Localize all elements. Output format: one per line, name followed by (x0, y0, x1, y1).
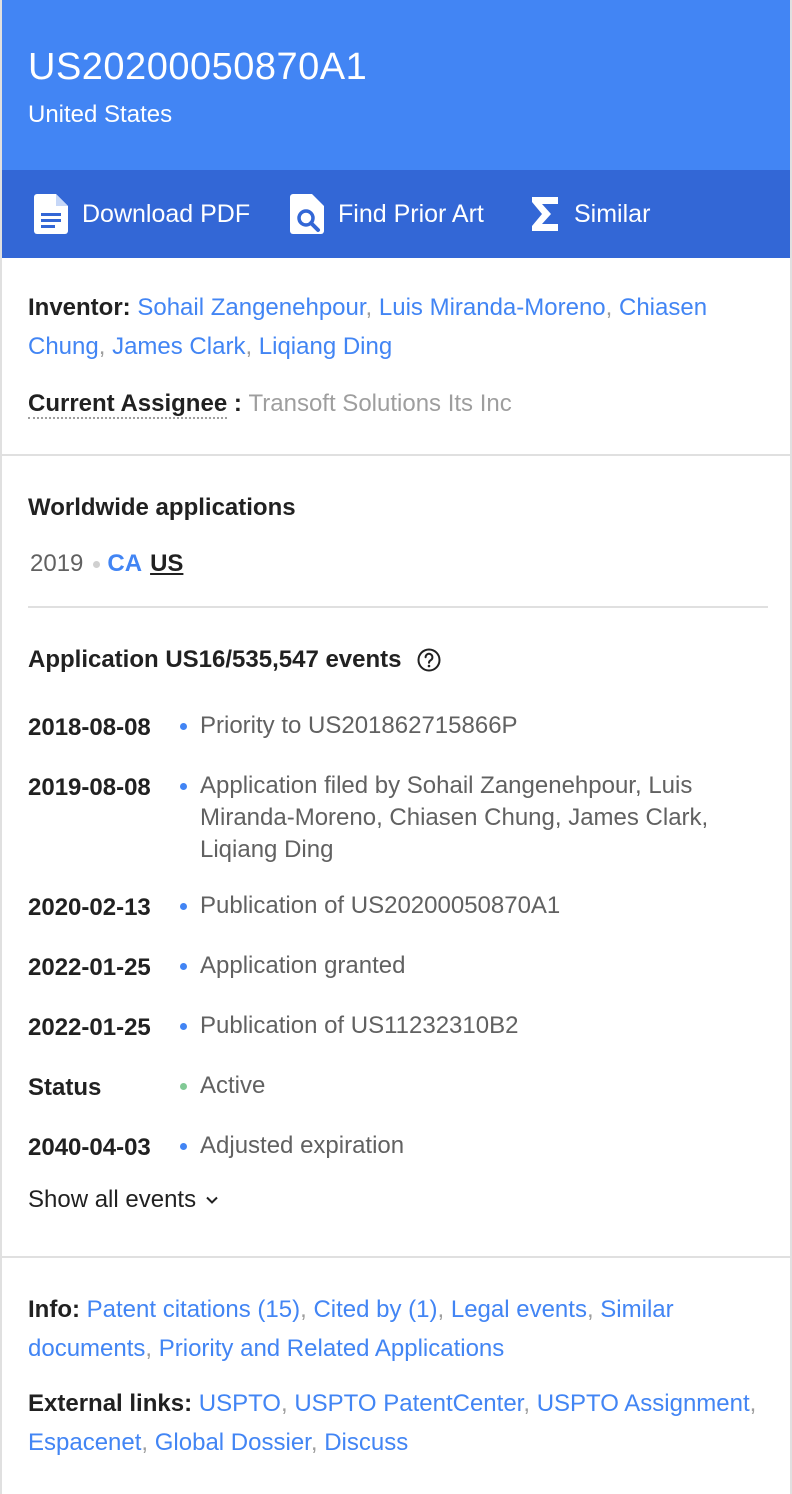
event-bullet (180, 963, 187, 970)
event-text: Adjusted expiration (200, 1130, 768, 1162)
chevron-down-icon (204, 1192, 220, 1208)
event-bullet (180, 903, 187, 910)
find-prior-art-label: Find Prior Art (338, 200, 484, 229)
event-text: Publication of US11232310B2 (200, 1010, 768, 1042)
external-link[interactable]: Discuss (324, 1429, 408, 1456)
events-title: Application US16/535,547 events (28, 646, 442, 674)
event-text: Publication of US20200050870A1 (200, 890, 768, 922)
similar-button[interactable]: Similar (530, 170, 650, 258)
divider (28, 606, 768, 608)
external-link[interactable]: Espacenet (28, 1429, 141, 1456)
event-date: 2018-08-08 (28, 712, 151, 744)
document-search-icon (290, 194, 324, 234)
external-links-line: External links: USPTO, USPTO PatentCente… (28, 1384, 768, 1462)
info-link[interactable]: Cited by (1) (313, 1296, 437, 1323)
status-value: Active (200, 1070, 768, 1102)
action-toolbar: Download PDF Find Prior Art Similar (2, 170, 790, 258)
assignee-label[interactable]: Current Assignee (28, 390, 227, 419)
event-text: Priority to US201862715866P (200, 710, 768, 742)
external-links-label: External links: (28, 1390, 192, 1417)
event-bullet (180, 1023, 187, 1030)
country-link-us[interactable]: US (150, 550, 183, 578)
status-bullet (180, 1083, 187, 1090)
inventor-link[interactable]: James Clark (112, 333, 245, 360)
info-label: Info: (28, 1296, 80, 1323)
inventor-link[interactable]: Liqiang Ding (259, 333, 392, 360)
info-link[interactable]: Legal events (451, 1296, 587, 1323)
info-link[interactable]: Patent citations (15) (87, 1296, 300, 1323)
event-text: Application granted (200, 950, 768, 982)
event-date: 2019-08-08 (28, 772, 151, 804)
event-bullet (180, 783, 187, 790)
event-date: 2022-01-25 (28, 1012, 151, 1044)
download-pdf-button[interactable]: Download PDF (34, 170, 250, 258)
event-row: 2019-08-08 Application filed by Sohail Z… (28, 770, 768, 870)
help-icon[interactable] (416, 647, 442, 673)
event-row: 2022-01-25 Application granted (28, 950, 768, 990)
external-link[interactable]: Global Dossier (155, 1429, 311, 1456)
inventor-link[interactable]: Sohail Zangenehpour (137, 294, 365, 321)
event-date: 2040-04-03 (28, 1132, 151, 1164)
separator-dot (93, 561, 100, 568)
event-text: Application filed by Sohail Zangenehpour… (200, 770, 768, 866)
country-label: United States (28, 101, 172, 129)
sigma-icon (530, 197, 560, 231)
links-section: Info: Patent citations (15), Cited by (1… (2, 1258, 790, 1494)
download-pdf-label: Download PDF (82, 200, 250, 229)
patent-header: US20200050870A1 United States (2, 0, 790, 170)
event-bullet (180, 1143, 187, 1150)
applications-section: Worldwide applications 2019 CA US Applic… (2, 456, 790, 1258)
country-link-ca[interactable]: CA (107, 550, 142, 578)
event-date: 2022-01-25 (28, 952, 151, 984)
event-row: 2020-02-13 Publication of US20200050870A… (28, 890, 768, 930)
show-all-events-button[interactable]: Show all events (28, 1186, 220, 1214)
worldwide-row: 2019 CA US (30, 550, 183, 578)
patent-result-page: US20200050870A1 United States Download P… (0, 0, 792, 1494)
assignee-line: Current Assignee : Transoft Solutions It… (28, 384, 512, 423)
event-bullet (180, 723, 187, 730)
publication-number: US20200050870A1 (28, 46, 367, 89)
event-row: 2040-04-03 Adjusted expiration (28, 1130, 768, 1170)
status-row: Status Active (28, 1070, 768, 1110)
assignee-colon: : (227, 390, 248, 417)
info-line: Info: Patent citations (15), Cited by (1… (28, 1290, 768, 1368)
event-row: 2018-08-08 Priority to US201862715866P (28, 710, 768, 750)
external-link[interactable]: USPTO Assignment (537, 1390, 750, 1417)
assignee-value: Transoft Solutions Its Inc (249, 390, 512, 417)
worldwide-year: 2019 (30, 550, 83, 578)
people-section: Inventor: Sohail Zangenehpour, Luis Mira… (2, 258, 790, 456)
worldwide-title: Worldwide applications (28, 494, 296, 522)
inventor-label: Inventor: (28, 294, 131, 321)
similar-label: Similar (574, 200, 650, 229)
events-title-text: Application US16/535,547 events (28, 646, 402, 674)
document-icon (34, 194, 68, 234)
inventor-link[interactable]: Luis Miranda-Moreno (379, 294, 606, 321)
info-link[interactable]: Priority and Related Applications (159, 1335, 505, 1362)
external-link[interactable]: USPTO (199, 1390, 281, 1417)
find-prior-art-button[interactable]: Find Prior Art (290, 170, 484, 258)
external-link[interactable]: USPTO PatentCenter (294, 1390, 523, 1417)
event-row: 2022-01-25 Publication of US11232310B2 (28, 1010, 768, 1050)
inventor-line: Inventor: Sohail Zangenehpour, Luis Mira… (28, 288, 768, 366)
show-all-events-label: Show all events (28, 1186, 196, 1214)
event-date: 2020-02-13 (28, 892, 151, 924)
status-label: Status (28, 1072, 101, 1104)
